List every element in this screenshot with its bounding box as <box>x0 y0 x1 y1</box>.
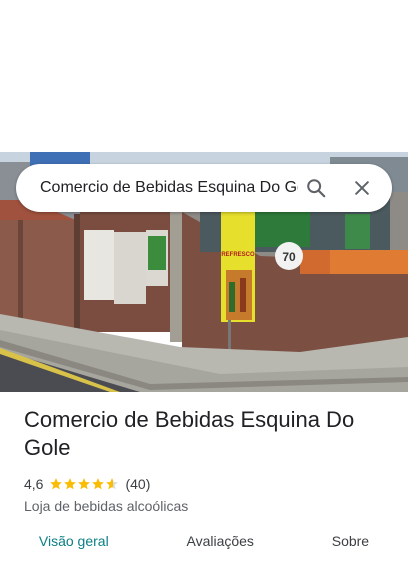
close-icon[interactable] <box>344 170 380 206</box>
star-icon <box>78 478 91 490</box>
star-icon <box>64 478 77 490</box>
star-icon <box>50 478 63 490</box>
rating-value: 4,6 <box>24 476 44 492</box>
review-count[interactable]: (40) <box>125 476 150 492</box>
search-input[interactable]: Comercio de Bebidas Esquina Do Gole <box>40 179 298 197</box>
tab-overview[interactable]: Visão geral <box>39 528 109 568</box>
place-category[interactable]: Loja de bebidas alcoólicas <box>24 498 394 514</box>
place-title: Comercio de Bebidas Esquina Do Gole <box>24 407 355 460</box>
star-icon <box>92 478 105 490</box>
search-icon[interactable] <box>298 170 334 206</box>
search-bar[interactable]: Comercio de Bebidas Esquina Do Gole <box>16 164 392 212</box>
banner-text: REFRESCO <box>221 252 255 258</box>
tab-about[interactable]: Sobre <box>332 528 369 568</box>
sign-number: 70 <box>282 250 296 264</box>
place-tabs: Visão geral Avaliações Sobre <box>0 528 408 568</box>
rating-row[interactable]: 4,6 (40) <box>24 474 394 494</box>
star-half-icon <box>106 478 119 490</box>
rating-stars <box>49 477 119 491</box>
tab-reviews[interactable]: Avaliações <box>186 528 253 568</box>
place-info: Comercio de Bebidas Esquina Do Gole 4,6 … <box>24 406 394 514</box>
